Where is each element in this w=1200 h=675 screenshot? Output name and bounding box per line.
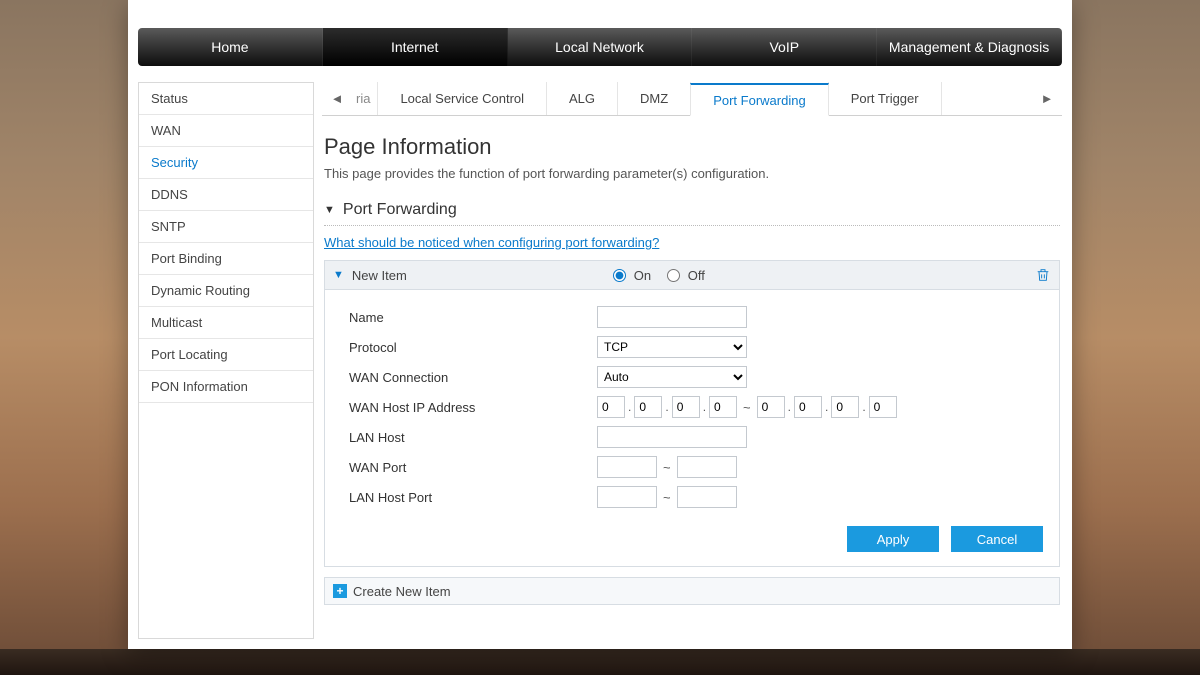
nav-home-label: Home (211, 39, 248, 55)
delete-item-button[interactable] (1035, 267, 1051, 283)
sidebar-item-port-binding[interactable]: Port Binding (139, 243, 313, 275)
sidebar-item-wan[interactable]: WAN (139, 115, 313, 147)
wan-port-to[interactable] (677, 456, 737, 478)
ip-to-3[interactable] (831, 396, 859, 418)
nav-local-network[interactable]: Local Network (508, 28, 693, 66)
sidebar-item-dynamic-routing[interactable]: Dynamic Routing (139, 275, 313, 307)
enable-off-radio[interactable] (667, 269, 680, 282)
wan-port-separator: ~ (663, 460, 671, 475)
enable-on-radio[interactable] (613, 269, 626, 282)
help-link[interactable]: What should be noticed when configuring … (324, 235, 659, 250)
subtabs: ◄ ria Local Service Control ALG DMZ Port… (322, 82, 1062, 116)
enable-on-label: On (634, 268, 651, 283)
content-area: ◄ ria Local Service Control ALG DMZ Port… (322, 82, 1062, 639)
subtabs-scroll-left-icon[interactable]: ◄ (322, 82, 352, 116)
main-nav: Home Internet Local Network VoIP Managem… (138, 28, 1062, 66)
nav-management-label: Management & Diagnosis (889, 39, 1049, 55)
subtab-port-trigger[interactable]: Port Trigger (828, 82, 942, 115)
ip-from-1[interactable] (597, 396, 625, 418)
item-header-label: New Item (352, 268, 407, 283)
lan-port-from[interactable] (597, 486, 657, 508)
sidebar-item-pon-information[interactable]: PON Information (139, 371, 313, 403)
subtab-port-forwarding[interactable]: Port Forwarding (690, 83, 828, 116)
subtab-local-service-control[interactable]: Local Service Control (377, 82, 547, 115)
lan-host-input[interactable] (597, 426, 747, 448)
router-admin-window: Home Internet Local Network VoIP Managem… (128, 0, 1072, 649)
sidebar-item-multicast[interactable]: Multicast (139, 307, 313, 339)
ip-from-2[interactable] (634, 396, 662, 418)
ip-to-2[interactable] (794, 396, 822, 418)
subtab-overflow-fragment[interactable]: ria (352, 82, 378, 115)
subtab-alg[interactable]: ALG (546, 82, 618, 115)
wan-port-from[interactable] (597, 456, 657, 478)
nav-internet-label: Internet (391, 39, 438, 55)
cancel-button[interactable]: Cancel (951, 526, 1043, 552)
protocol-select[interactable]: TCP (597, 336, 747, 358)
ip-to-4[interactable] (869, 396, 897, 418)
section-header[interactable]: ▼ Port Forwarding (324, 201, 1060, 226)
sidebar-item-port-locating[interactable]: Port Locating (139, 339, 313, 371)
trash-icon (1035, 267, 1051, 283)
label-wan-port: WAN Port (349, 460, 597, 475)
sidebar-item-sntp[interactable]: SNTP (139, 211, 313, 243)
label-wan-host-ip: WAN Host IP Address (349, 400, 597, 415)
nav-voip-label: VoIP (769, 39, 799, 55)
nav-management[interactable]: Management & Diagnosis (877, 28, 1062, 66)
page-description: This page provides the function of port … (324, 166, 1060, 181)
apply-button[interactable]: Apply (847, 526, 939, 552)
create-new-item-button[interactable]: + Create New Item (324, 577, 1060, 605)
label-wan-connection: WAN Connection (349, 370, 597, 385)
label-protocol: Protocol (349, 340, 597, 355)
item-collapse-icon[interactable]: ▼ (333, 269, 344, 281)
nav-voip[interactable]: VoIP (692, 28, 877, 66)
nav-home[interactable]: Home (138, 28, 323, 66)
lan-port-to[interactable] (677, 486, 737, 508)
sidebar-item-security[interactable]: Security (139, 147, 313, 179)
nav-local-network-label: Local Network (555, 39, 644, 55)
ip-from-3[interactable] (672, 396, 700, 418)
ip-to-1[interactable] (757, 396, 785, 418)
label-lan-host-port: LAN Host Port (349, 490, 597, 505)
enable-off-label: Off (688, 268, 705, 283)
plus-icon: + (333, 584, 347, 598)
subtab-dmz[interactable]: DMZ (617, 82, 691, 115)
sidebar-item-ddns[interactable]: DDNS (139, 179, 313, 211)
page-title: Page Information (324, 134, 1060, 160)
wan-connection-select[interactable]: Auto (597, 366, 747, 388)
label-lan-host: LAN Host (349, 430, 597, 445)
subtabs-scroll-right-icon[interactable]: ► (1032, 82, 1062, 116)
nav-internet[interactable]: Internet (323, 28, 508, 66)
ip-range-separator: ~ (743, 400, 751, 415)
lan-port-separator: ~ (663, 490, 671, 505)
sidebar: Status WAN Security DDNS SNTP Port Bindi… (138, 82, 314, 639)
ip-from-4[interactable] (709, 396, 737, 418)
create-new-item-label: Create New Item (353, 584, 451, 599)
label-name: Name (349, 310, 597, 325)
item-header: ▼ New Item On Off (324, 260, 1060, 290)
form-panel: Name Protocol TCP WAN Connection Auto WA… (324, 290, 1060, 567)
collapse-triangle-icon: ▼ (324, 204, 335, 216)
sidebar-item-status[interactable]: Status (139, 83, 313, 115)
desktop-background-strip (0, 649, 1200, 675)
name-input[interactable] (597, 306, 747, 328)
section-title: Port Forwarding (343, 201, 457, 219)
